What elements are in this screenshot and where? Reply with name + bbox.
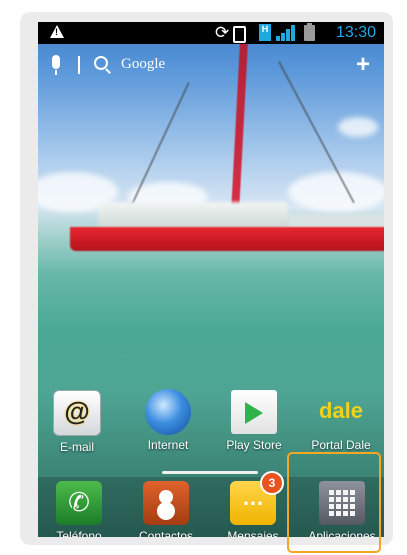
search-icon[interactable] (94, 56, 108, 70)
dock-divider (162, 471, 258, 474)
contacts-icon[interactable] (143, 481, 189, 525)
microphone-icon[interactable] (52, 55, 60, 75)
warning-icon[interactable] (50, 25, 64, 38)
app-play-store[interactable]: Play Store (215, 390, 293, 452)
data-h-icon: H (259, 24, 271, 41)
messages-icon[interactable]: 3 (230, 471, 284, 525)
app-portal-dale[interactable]: dale Portal Dale (302, 390, 380, 452)
app-label: E-mail (59, 440, 94, 454)
add-icon[interactable]: + (356, 53, 370, 77)
unread-badge: 3 (260, 471, 284, 495)
phone-icon[interactable] (56, 481, 102, 525)
app-internet[interactable]: Internet (129, 389, 207, 452)
play-store-icon[interactable] (231, 390, 277, 434)
app-label: Contactos (138, 529, 194, 537)
battery-icon (304, 23, 315, 41)
app-label: Mensajes (227, 529, 279, 537)
app-label: Play Store (226, 438, 282, 452)
dock-app-contacts[interactable]: Contactos (127, 481, 205, 537)
status-bar[interactable]: ⟳ H 13:30 (38, 22, 384, 44)
wallpaper-boat-hull (70, 227, 384, 251)
google-search-label[interactable]: Google (121, 56, 165, 73)
applications-highlight (287, 452, 381, 553)
dale-logo-text: dale (318, 398, 364, 423)
app-label: Internet (147, 438, 189, 452)
globe-icon[interactable] (145, 389, 191, 435)
app-label: Teléfono (56, 529, 102, 537)
wallpaper-cloud (288, 172, 384, 212)
app-label: Portal Dale (311, 438, 371, 452)
screen-rotate-icon (233, 26, 246, 43)
email-icon[interactable] (53, 390, 101, 436)
dale-icon[interactable]: dale (318, 390, 364, 434)
app-email[interactable]: E-mail (38, 390, 116, 454)
status-clock: 13:30 (335, 24, 376, 41)
google-search-widget[interactable]: Google + (38, 52, 384, 78)
search-divider (78, 56, 80, 74)
dock-app-messages[interactable]: 3 Mensajes (214, 471, 292, 537)
signal-icon (276, 25, 298, 41)
wallpaper-cloud (338, 117, 378, 137)
sync-icon: ⟳ (215, 23, 230, 42)
dock-app-phone[interactable]: Teléfono (40, 481, 118, 537)
